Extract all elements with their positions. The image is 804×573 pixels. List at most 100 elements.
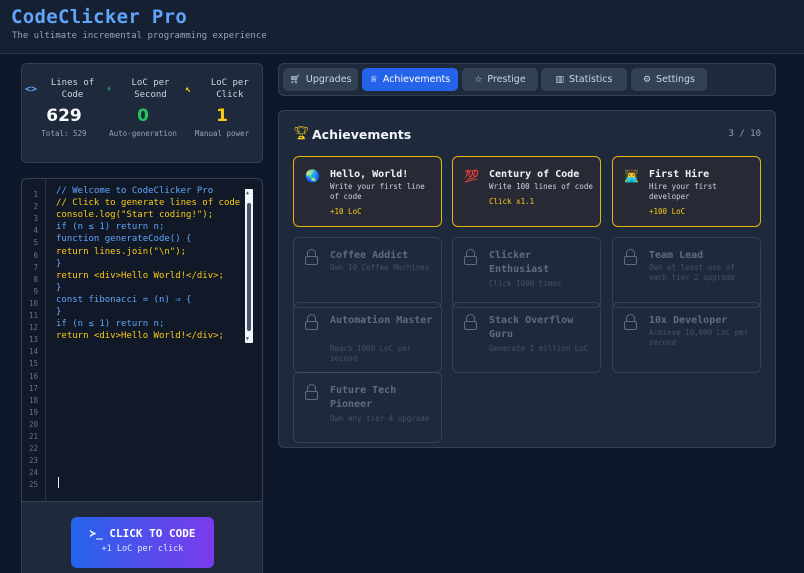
line-number: 5 bbox=[33, 238, 38, 248]
achievement-description: Own 10 Coffee Machines bbox=[330, 263, 430, 272]
code-line: return lines.join("\n"); bbox=[56, 246, 187, 257]
achievement-card-10x-developer[interactable]: 10x Developer Achieve 10,000 LoC per seco… bbox=[612, 302, 761, 373]
scroll-down-icon[interactable]: ▼ bbox=[246, 336, 249, 342]
code-line: if (n ≤ 1) return n; bbox=[56, 222, 165, 233]
achievement-description: Own at least one of each tier 2 upgrade bbox=[649, 263, 735, 282]
achievements-count: 3 / 10 bbox=[728, 129, 761, 139]
scroll-up-icon[interactable]: ▲ bbox=[246, 190, 249, 196]
line-number: 25 bbox=[28, 480, 38, 490]
scrollbar-thumb[interactable] bbox=[247, 203, 251, 331]
lightning-icon: ⚡ bbox=[105, 83, 112, 95]
stat-label: LoC per Click bbox=[210, 78, 249, 100]
lock-body bbox=[305, 321, 318, 330]
cursor-icon: ↖ bbox=[185, 83, 192, 95]
tab-label: Achievements bbox=[382, 74, 451, 85]
lock-body bbox=[305, 391, 318, 400]
line-number: 20 bbox=[28, 419, 38, 429]
achievement-title: Automation Master bbox=[330, 315, 433, 326]
tab-label: Statistics bbox=[569, 74, 613, 85]
line-number: 18 bbox=[28, 395, 38, 405]
click-button-sublabel: +1 LoC per click bbox=[101, 544, 184, 554]
click-to-code-button[interactable]: ≻_ CLICK TO CODE +1 LoC per click bbox=[71, 517, 214, 568]
code-line: // Click to generate lines of code bbox=[56, 198, 241, 209]
achievements-panel: 🏆︎ Achievements 3 / 10 🌏 Hello, World! Wri… bbox=[278, 110, 776, 448]
tab-settings[interactable]: ⚙ Settings bbox=[631, 68, 707, 91]
line-number: 14 bbox=[28, 347, 38, 357]
line-number: 17 bbox=[28, 383, 38, 393]
code-line: return <div>Hello World!</div>; bbox=[56, 331, 224, 342]
line-number: 22 bbox=[28, 444, 38, 454]
line-number: 13 bbox=[28, 335, 38, 345]
stat-value: 629 bbox=[46, 106, 82, 126]
editor-scrollbar[interactable]: ▲ ▼ bbox=[245, 189, 253, 343]
code-brackets-icon: <> bbox=[25, 83, 38, 95]
lock-icon bbox=[305, 314, 318, 330]
tab-upgrades[interactable]: 🛒︎ Upgrades bbox=[283, 68, 358, 91]
achievement-card-coffee-addict[interactable]: Coffee Addict Own 10 Coffee Machines bbox=[293, 237, 442, 308]
bar-chart-icon: ▥ bbox=[555, 74, 565, 85]
line-number: 9 bbox=[33, 286, 38, 296]
tab-label: Settings bbox=[656, 74, 696, 85]
code-line: return <div>Hello World!</div>; bbox=[56, 270, 224, 281]
line-number: 7 bbox=[33, 262, 38, 272]
line-number: 4 bbox=[33, 226, 38, 236]
achievement-description: Achieve 10,000 LoC per second bbox=[649, 328, 749, 347]
stat-loc-per-second: ⚡ LoC per Second 0 Auto-generation bbox=[104, 76, 182, 139]
line-number: 2 bbox=[33, 202, 38, 212]
achievement-card-century-of-code[interactable]: 💯 Century of Code Write 100 lines of code C… bbox=[452, 156, 601, 227]
tab-achievements[interactable]: ♕ Achievements bbox=[362, 68, 458, 91]
stat-header: <> Lines of Code bbox=[25, 76, 103, 102]
developer-icon: 👨‍💻 bbox=[624, 169, 639, 183]
stat-header: ⚡ LoC per Second bbox=[104, 76, 182, 102]
app-title: CodeClicker Pro bbox=[11, 6, 188, 28]
achievement-card-hello-world[interactable]: 🌏 Hello, World! Write your first line of c… bbox=[293, 156, 442, 227]
lock-icon bbox=[624, 314, 637, 330]
achievement-description: Write 100 lines of code bbox=[489, 182, 593, 191]
code-editor[interactable]: 1 2 3 4 5 6 7 8 9 10 11 12 13 14 15 16 17 18 19 20 21 22 23 24 2… bbox=[21, 178, 263, 573]
achievement-card-first-hire[interactable]: 👨‍💻 First Hire Hire your first developer +1… bbox=[612, 156, 761, 227]
trophy-icon: 🏆︎ bbox=[293, 126, 310, 141]
line-number: 19 bbox=[28, 407, 38, 417]
stat-loc-per-click: ↖ LoC per Click 1 Manual power bbox=[183, 76, 261, 139]
achievement-reward: +10 LoC bbox=[330, 207, 362, 216]
trophy-icon: ♕ bbox=[369, 74, 378, 85]
tab-prestige[interactable]: ☆ Prestige bbox=[462, 68, 538, 91]
line-number: 11 bbox=[28, 311, 38, 320]
line-number: 3 bbox=[33, 214, 38, 224]
line-number: 16 bbox=[28, 371, 38, 381]
achievement-description: Click 1000 times bbox=[489, 279, 562, 288]
achievement-card-automation-master[interactable]: Automation Master Reach 1000 LoC per seco… bbox=[293, 302, 442, 373]
achievement-card-stack-overflow-guru[interactable]: Stack Overflow Guru Generate 1 million Lo… bbox=[452, 302, 601, 373]
achievement-card-future-tech-pioneer[interactable]: Future Tech Pioneer Own any tier 4 upgrad… bbox=[293, 372, 442, 443]
gear-icon: ⚙ bbox=[642, 74, 652, 85]
lock-icon bbox=[464, 249, 477, 265]
achievement-title: Team Lead bbox=[649, 250, 704, 261]
achievement-description: Reach 1000 LoC per second bbox=[330, 344, 412, 363]
achievement-title: Future Tech Pioneer bbox=[330, 385, 397, 410]
line-number: 12 bbox=[28, 323, 38, 333]
line-number: 15 bbox=[28, 359, 38, 369]
cart-icon: 🛒︎ bbox=[289, 74, 301, 85]
stat-label: Lines of Code bbox=[50, 78, 95, 100]
text-caret bbox=[58, 477, 59, 488]
achievement-title: Clicker Enthusiast bbox=[489, 250, 550, 275]
achievement-card-team-lead[interactable]: Team Lead Own at least one of each tier 2… bbox=[612, 237, 761, 308]
click-area: ≻_ CLICK TO CODE +1 LoC per click bbox=[22, 501, 262, 573]
code-line: } bbox=[56, 258, 62, 269]
tab-label: Prestige bbox=[487, 74, 526, 85]
app-subtitle: The ultimate incremental programming exp… bbox=[12, 31, 267, 41]
achievement-reward: +100 LoC bbox=[649, 207, 686, 216]
achievement-card-clicker-enthusiast[interactable]: Clicker Enthusiast Click 1000 times bbox=[452, 237, 601, 308]
stat-value: 0 bbox=[137, 106, 149, 126]
stat-subtext: Auto-generation bbox=[109, 129, 177, 138]
lock-body bbox=[464, 256, 477, 265]
achievement-description: Write your first line of code bbox=[330, 182, 425, 201]
achievement-description: Generate 1 million LoC bbox=[489, 344, 589, 353]
tab-label: Upgrades bbox=[305, 74, 352, 85]
line-number: 21 bbox=[28, 432, 38, 441]
line-number: 24 bbox=[28, 468, 38, 478]
code-line: // Welcome to CodeClicker Pro bbox=[56, 186, 214, 196]
lock-icon bbox=[305, 384, 318, 400]
tab-statistics[interactable]: ▥ Statistics bbox=[541, 68, 627, 91]
line-number: 6 bbox=[33, 250, 38, 260]
